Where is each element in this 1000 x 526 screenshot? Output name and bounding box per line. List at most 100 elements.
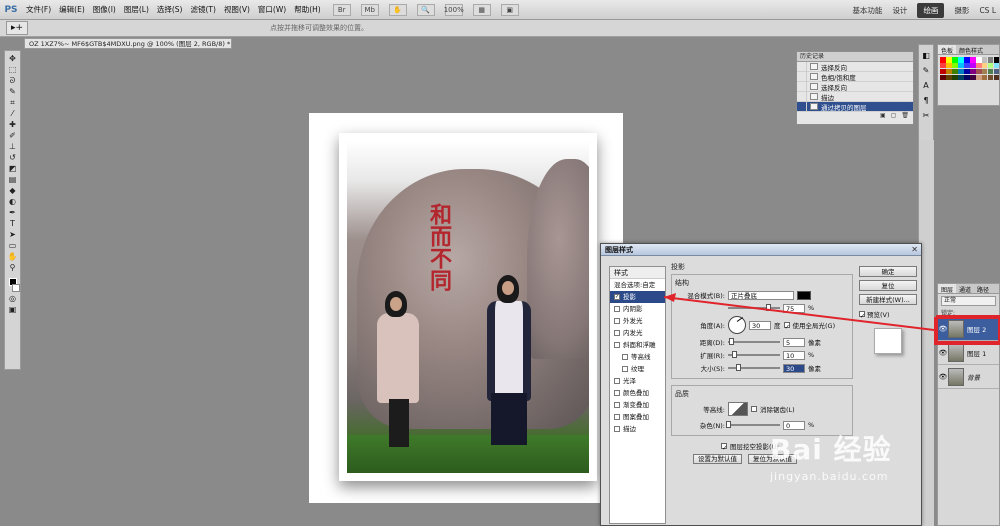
tab-paths[interactable]: 路径: [974, 284, 992, 294]
brush-icon[interactable]: ✐: [7, 131, 19, 140]
paragraph-panel-icon[interactable]: ¶: [923, 96, 928, 105]
workspace-design[interactable]: 设计: [892, 5, 907, 16]
menu-help[interactable]: 帮助(H): [290, 4, 325, 15]
hand-icon[interactable]: ✋: [7, 252, 19, 261]
color-swatch[interactable]: [963, 57, 970, 63]
color-swatch[interactable]: [993, 74, 1000, 81]
blend-options-item[interactable]: 混合选项:自定: [610, 279, 665, 291]
arrange-icon[interactable]: ▦: [472, 3, 491, 16]
style-item[interactable]: 渐变叠加: [610, 399, 665, 411]
history-item[interactable]: 描边: [797, 91, 913, 102]
eye-icon[interactable]: 👁: [938, 373, 948, 381]
background-color[interactable]: [11, 284, 20, 292]
new-doc-icon[interactable]: ▢: [891, 112, 897, 122]
color-swatch[interactable]: [987, 74, 994, 81]
color-swatch[interactable]: [969, 68, 976, 75]
tab-styles[interactable]: 颜色样式: [956, 45, 986, 55]
color-swatch[interactable]: [945, 68, 952, 75]
preview-checkbox[interactable]: ✓: [859, 311, 865, 320]
noise-slider[interactable]: [726, 421, 780, 428]
style-item[interactable]: 光泽: [610, 375, 665, 387]
style-item[interactable]: 描边: [610, 423, 665, 435]
layer-row-selected[interactable]: 👁 图层 2: [936, 315, 1000, 343]
screen-mode-icon[interactable]: ▣: [500, 3, 519, 16]
quick-select-icon[interactable]: ✎: [7, 87, 19, 96]
shape-icon[interactable]: ▭: [7, 241, 19, 250]
color-swatch[interactable]: [951, 57, 958, 63]
style-item[interactable]: 颜色叠加: [610, 387, 665, 399]
history-item[interactable]: 选择反向: [797, 61, 913, 72]
shadow-color-swatch[interactable]: [797, 290, 811, 300]
color-swatch[interactable]: [957, 62, 964, 69]
color-swatch[interactable]: [981, 62, 988, 69]
swatch-grid[interactable]: [938, 55, 1000, 82]
character-panel-icon[interactable]: A: [923, 81, 928, 90]
history-brush-icon[interactable]: ↺: [7, 153, 19, 162]
color-swatch[interactable]: [951, 74, 958, 81]
hand-tool-icon[interactable]: ✋: [388, 3, 407, 16]
history-item[interactable]: 选择反向: [797, 81, 913, 92]
styles-header[interactable]: 样式: [610, 267, 665, 279]
trash-icon[interactable]: 🗑: [901, 112, 909, 122]
color-swatch[interactable]: [993, 57, 1000, 63]
layer-blend-mode[interactable]: 正常: [941, 296, 996, 306]
contour-picker[interactable]: [728, 402, 748, 416]
menu-layer[interactable]: 图层(L): [120, 4, 153, 15]
preview-toggle[interactable]: ✓ 预览(V): [859, 309, 917, 320]
color-panel-icon[interactable]: ◧: [922, 51, 930, 60]
reset-button[interactable]: 复位: [859, 280, 917, 291]
mini-bridge-icon[interactable]: Mb: [360, 3, 379, 16]
screen-mode-tool-icon[interactable]: ▣: [7, 305, 19, 314]
eye-icon[interactable]: 👁: [938, 349, 948, 357]
style-item[interactable]: 内发光: [610, 327, 665, 339]
brush-panel-icon[interactable]: ✎: [923, 66, 930, 75]
distance-input[interactable]: 5: [783, 337, 805, 347]
color-swatch[interactable]: [987, 57, 994, 63]
tab-channels[interactable]: 通道: [956, 284, 974, 294]
color-swatch[interactable]: [963, 68, 970, 75]
color-swatch[interactable]: [940, 62, 946, 69]
workspace-essentials[interactable]: 基本功能: [852, 5, 882, 16]
menu-filter[interactable]: 滤镜(T): [187, 4, 220, 15]
ok-button[interactable]: 确定: [859, 266, 917, 277]
size-input[interactable]: 30: [783, 363, 805, 373]
zoom-icon[interactable]: ⚲: [7, 263, 19, 272]
quick-mask-icon[interactable]: ◎: [7, 294, 19, 303]
opacity-input[interactable]: 75: [783, 303, 805, 313]
workspace-photography[interactable]: 摄影: [954, 5, 969, 16]
angle-input[interactable]: 30: [749, 320, 771, 330]
color-swatch[interactable]: [945, 74, 952, 81]
menu-window[interactable]: 窗口(W): [254, 4, 290, 15]
color-swatch[interactable]: [957, 57, 964, 63]
document-canvas[interactable]: 和而不同: [309, 113, 623, 503]
color-swatch[interactable]: [981, 57, 988, 63]
style-item[interactable]: 外发光: [610, 315, 665, 327]
style-checkbox[interactable]: [614, 318, 620, 324]
layer-row[interactable]: 👁 背景: [938, 365, 999, 389]
color-swatch[interactable]: [963, 62, 970, 69]
new-style-button[interactable]: 新建样式(W)...: [859, 294, 917, 305]
gradient-icon[interactable]: ▤: [7, 175, 19, 184]
color-swatch[interactable]: [987, 68, 994, 75]
cslive-button[interactable]: CS L: [979, 6, 996, 15]
menu-edit[interactable]: 编辑(E): [55, 4, 89, 15]
pen-icon[interactable]: ✒: [7, 208, 19, 217]
color-swatch[interactable]: [940, 74, 946, 81]
style-checkbox[interactable]: [614, 426, 620, 432]
style-checkbox[interactable]: [614, 306, 620, 312]
color-swatch[interactable]: [975, 68, 982, 75]
make-default-button[interactable]: 设置为默认值: [693, 454, 742, 464]
color-swatch[interactable]: [981, 74, 988, 81]
style-checkbox[interactable]: [622, 354, 628, 360]
color-swatch[interactable]: [981, 68, 988, 75]
eraser-icon[interactable]: ◩: [7, 164, 19, 173]
type-icon[interactable]: T: [7, 219, 19, 228]
style-checkbox[interactable]: [614, 390, 620, 396]
color-swatch[interactable]: [951, 68, 958, 75]
size-slider[interactable]: [728, 364, 780, 371]
color-swatch[interactable]: [969, 57, 976, 63]
color-swatch[interactable]: [963, 74, 970, 81]
color-swatch[interactable]: [975, 57, 982, 63]
spread-input[interactable]: 10: [783, 350, 805, 360]
color-swatch[interactable]: [975, 74, 982, 81]
